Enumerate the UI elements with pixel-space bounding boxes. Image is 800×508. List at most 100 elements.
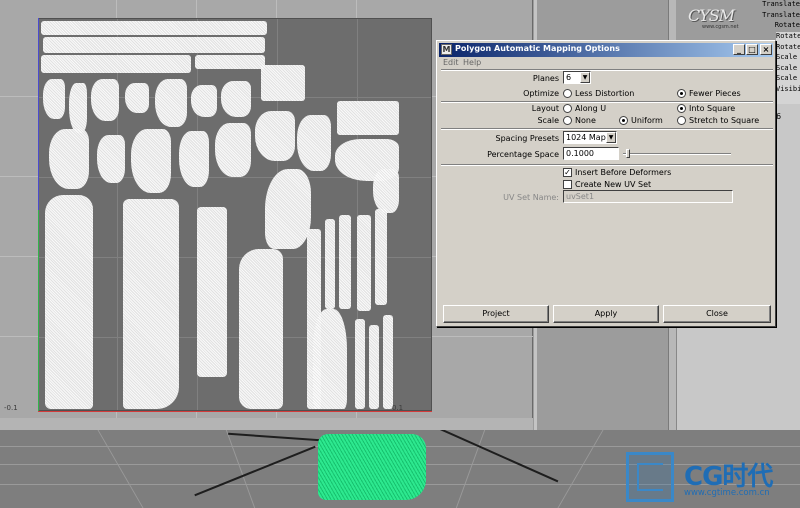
- uv-shell-strip[interactable]: [375, 209, 387, 305]
- u-axis: [38, 411, 432, 412]
- watermark-logo-top: CYSM www.cgsm.net: [688, 6, 768, 32]
- uv-set-name-input[interactable]: uvSet1: [563, 190, 733, 203]
- uv-0-1-space[interactable]: [38, 18, 432, 411]
- uv-shell-row[interactable]: [41, 55, 191, 73]
- menu-help[interactable]: Help: [463, 58, 481, 67]
- optimize-fewer-pieces-radio[interactable]: [677, 89, 686, 98]
- channel-row[interactable]: Visibility: [776, 85, 800, 96]
- uv-shell-row[interactable]: [337, 101, 399, 135]
- scale-stretch-label: Stretch to Square: [689, 116, 760, 125]
- uv-shell-row[interactable]: [261, 65, 305, 101]
- uv-shell[interactable]: [49, 129, 89, 189]
- uv-shell[interactable]: [255, 111, 295, 161]
- scale-uniform-radio[interactable]: [619, 116, 628, 125]
- uv-shell-row[interactable]: [41, 21, 267, 35]
- uv-shell[interactable]: [313, 309, 347, 409]
- channel-row[interactable]: Scale: [776, 53, 800, 64]
- uv-shell[interactable]: [179, 131, 209, 187]
- uv-shell[interactable]: [131, 129, 171, 193]
- uv-set-name-label: UV Set Name:: [503, 193, 559, 202]
- channel-row[interactable]: Rotate: [776, 32, 800, 43]
- scale-none-radio[interactable]: [563, 116, 572, 125]
- project-button[interactable]: Project: [443, 305, 549, 323]
- separator: [441, 164, 773, 166]
- percentage-space-slider[interactable]: [623, 153, 731, 155]
- layout-along-u-radio[interactable]: [563, 104, 572, 113]
- spacing-presets-dropdown[interactable]: 1024 Map ▼: [563, 131, 617, 144]
- dialog-titlebar[interactable]: M Polygon Automatic Mapping Options _ □ …: [439, 43, 773, 57]
- uv-shell[interactable]: [69, 83, 87, 133]
- optimize-less-distortion-label: Less Distortion: [575, 89, 635, 98]
- watermark-logo-text: CYSM: [688, 6, 735, 25]
- uv-shell[interactable]: [215, 123, 251, 177]
- ground-grid-line: [97, 430, 144, 508]
- uv-shell-row[interactable]: [195, 55, 265, 69]
- create-new-uv-set-checkbox[interactable]: [563, 180, 572, 189]
- spacing-presets-value: 1024 Map: [566, 133, 606, 142]
- uv-shell[interactable]: [297, 115, 331, 171]
- uv-shell-large[interactable]: [45, 195, 93, 409]
- scale-none-label: None: [575, 116, 596, 125]
- watermark-logo-subtext: www.cgsm.net: [702, 24, 739, 30]
- maximize-button[interactable]: □: [746, 44, 758, 55]
- uv-shell-large[interactable]: [197, 207, 227, 377]
- uv-shell-strip[interactable]: [355, 319, 365, 409]
- grid-line: [39, 257, 431, 258]
- uv-shell[interactable]: [91, 79, 119, 121]
- maya-window-icon: M: [441, 44, 452, 55]
- planes-label: Planes: [532, 74, 559, 83]
- menu-edit[interactable]: Edit: [443, 58, 459, 67]
- minimize-button[interactable]: _: [733, 44, 745, 55]
- separator: [441, 69, 773, 71]
- uv-shell[interactable]: [155, 79, 187, 127]
- chevron-down-icon[interactable]: ▼: [580, 72, 590, 83]
- close-window-button[interactable]: ×: [760, 44, 772, 55]
- uv-shell[interactable]: [97, 135, 125, 183]
- uv-shell-row[interactable]: [43, 37, 265, 53]
- v-axis: [38, 210, 39, 411]
- percentage-space-input[interactable]: 0.1000: [563, 147, 619, 160]
- scale-stretch-radio[interactable]: [677, 116, 686, 125]
- planes-value: 6: [566, 73, 572, 82]
- layout-into-square-radio[interactable]: [677, 104, 686, 113]
- uv-shell-strip[interactable]: [369, 325, 379, 409]
- ground-grid-line: [225, 430, 256, 508]
- uv-editor-bottom-strip: [0, 418, 533, 430]
- uv-shell-large[interactable]: [123, 199, 179, 409]
- optimize-less-distortion-radio[interactable]: [563, 89, 572, 98]
- watermark-url: www.cgtime.com.cn: [684, 488, 770, 498]
- channel-row[interactable]: Scale: [776, 74, 800, 85]
- layout-label: Layout: [531, 104, 559, 113]
- separator: [441, 101, 773, 103]
- apply-button[interactable]: Apply: [553, 305, 659, 323]
- uv-shell[interactable]: [265, 169, 311, 249]
- uv-shell[interactable]: [191, 85, 217, 117]
- chevron-down-icon[interactable]: ▼: [606, 132, 616, 143]
- spacing-presets-label: Spacing Presets: [495, 134, 559, 143]
- slider-thumb[interactable]: [626, 149, 630, 158]
- close-button[interactable]: Close: [663, 305, 771, 323]
- channel-row[interactable]: Scale: [776, 64, 800, 75]
- percentage-space-label: Percentage Space: [487, 150, 559, 159]
- create-new-uv-set-label: Create New UV Set: [575, 180, 652, 189]
- dialog-title: Polygon Automatic Mapping Options: [455, 44, 620, 53]
- uv-shell[interactable]: [221, 81, 251, 117]
- auto-mapping-options-dialog: M Polygon Automatic Mapping Options _ □ …: [436, 40, 776, 327]
- channel-value: 6: [776, 112, 782, 121]
- selected-mesh[interactable]: [318, 434, 426, 500]
- uv-shell[interactable]: [125, 83, 149, 113]
- layout-into-square-label: Into Square: [689, 104, 736, 113]
- channel-box: Rotate Rotate Scale Scale Scale Visibili…: [776, 32, 800, 104]
- uv-shell-strip[interactable]: [383, 315, 393, 409]
- planes-dropdown[interactable]: 6 ▼: [563, 71, 591, 84]
- uv-shell-strip[interactable]: [339, 215, 351, 309]
- uv-shell-strip[interactable]: [325, 219, 335, 309]
- uv-shell-strip[interactable]: [357, 215, 371, 311]
- insert-before-deformers-checkbox[interactable]: ✓: [563, 168, 572, 177]
- uv-tick-label-right: 0.1: [392, 404, 404, 412]
- uv-shell[interactable]: [373, 169, 399, 213]
- uv-shell-large[interactable]: [239, 249, 283, 409]
- channel-row[interactable]: Rotate: [776, 43, 800, 54]
- scale-label: Scale: [537, 116, 559, 125]
- uv-shell[interactable]: [43, 79, 65, 119]
